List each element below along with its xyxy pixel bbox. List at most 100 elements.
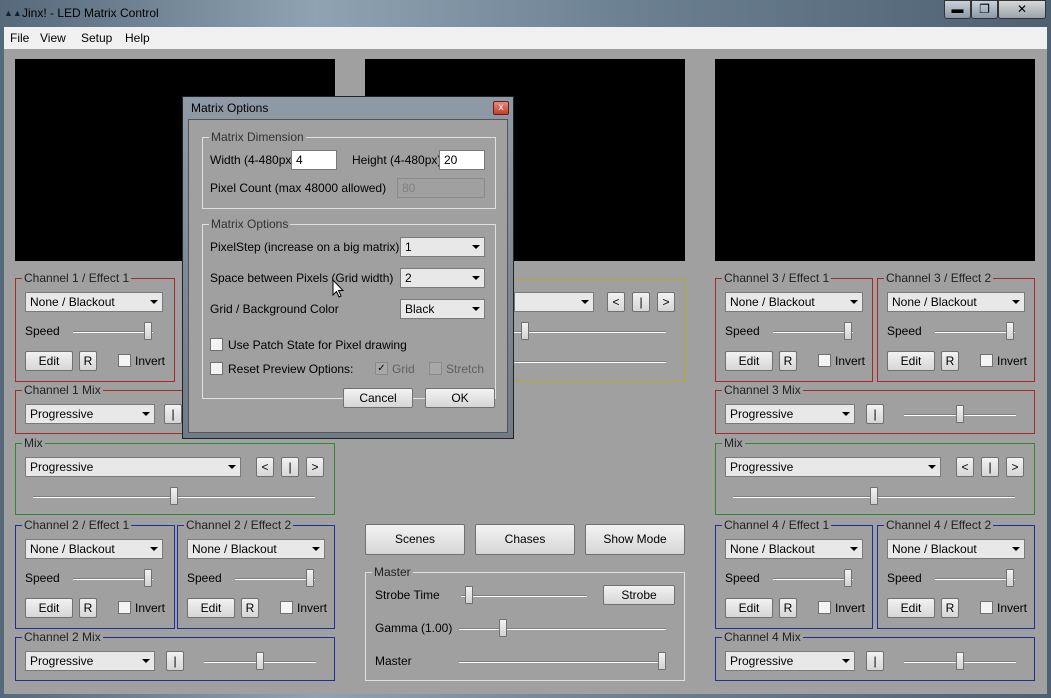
speed-slider-track[interactable] — [235, 578, 315, 580]
mix-slider-thumb[interactable] — [170, 487, 178, 505]
ok-button[interactable]: OK — [425, 388, 495, 408]
strobe-time-slider-thumb[interactable] — [464, 586, 473, 604]
speed-slider-thumb[interactable] — [1005, 322, 1014, 340]
reset-button[interactable]: R — [779, 598, 797, 618]
reset-button[interactable]: R — [779, 351, 797, 371]
effect-select[interactable]: None / Blackout — [187, 539, 325, 559]
edit-button[interactable]: Edit — [25, 598, 73, 618]
reset-preview-checkbox[interactable] — [210, 362, 223, 375]
master-slider-thumb[interactable] — [658, 652, 666, 670]
reset-button[interactable]: R — [941, 351, 959, 371]
reset-button[interactable]: R — [79, 598, 97, 618]
mix-mode-select[interactable]: Progressive — [725, 457, 941, 477]
mix-mode-select[interactable]: Progressive — [25, 457, 241, 477]
maximize-button[interactable]: ❐ — [971, 0, 998, 19]
speed-slider-track[interactable] — [73, 578, 153, 580]
invert-checkbox[interactable] — [118, 354, 131, 367]
gamma-slider-track[interactable] — [459, 628, 666, 630]
grid-width-select[interactable]: 2 — [400, 268, 485, 288]
reset-button[interactable]: R — [79, 351, 97, 371]
effect-select[interactable]: None / Blackout — [887, 292, 1025, 312]
minimize-button[interactable]: ▬ — [944, 0, 971, 19]
pixelstep-select[interactable]: 1 — [400, 237, 485, 257]
mix-mode-select[interactable]: Progressive — [725, 651, 855, 671]
invert-checkbox[interactable] — [980, 601, 993, 614]
edit-button[interactable]: Edit — [25, 351, 73, 371]
output-slider-track[interactable] — [514, 331, 666, 333]
gamma-slider-thumb[interactable] — [498, 619, 507, 637]
effect-select[interactable]: None / Blackout — [725, 292, 863, 312]
mix-slider-thumb[interactable] — [870, 487, 878, 505]
mix-next-button[interactable]: > — [1006, 457, 1024, 477]
cancel-button[interactable]: Cancel — [343, 388, 413, 408]
mix-next-button[interactable]: > — [306, 457, 324, 477]
effect-select[interactable]: None / Blackout — [25, 292, 163, 312]
speed-slider-thumb[interactable] — [843, 322, 852, 340]
mix-slider-thumb[interactable] — [256, 652, 264, 670]
speed-slider-track[interactable] — [773, 578, 853, 580]
mix-mode-select[interactable]: Progressive — [25, 404, 155, 424]
mix-center-button[interactable]: | — [866, 404, 884, 424]
dialog-close-button[interactable]: x — [493, 101, 509, 115]
invert-checkbox[interactable] — [280, 601, 293, 614]
grid-color-select[interactable]: Black — [400, 299, 485, 319]
mix-mode-select[interactable]: Progressive — [25, 651, 155, 671]
mix-slider-thumb[interactable] — [956, 405, 964, 423]
output-prev-button[interactable]: < — [607, 292, 625, 312]
speed-slider-thumb[interactable] — [305, 569, 314, 587]
mix-slider-thumb[interactable] — [956, 652, 964, 670]
speed-slider-thumb[interactable] — [1005, 569, 1014, 587]
menu-file[interactable]: File — [10, 31, 29, 45]
close-button[interactable]: ✕ — [998, 0, 1046, 19]
output-slider-2-track[interactable] — [514, 361, 666, 363]
invert-checkbox[interactable] — [980, 354, 993, 367]
scenes-button[interactable]: Scenes — [365, 524, 465, 555]
menu-setup[interactable]: Setup — [81, 31, 112, 45]
mix-center-button[interactable]: | — [281, 457, 299, 477]
edit-button[interactable]: Edit — [887, 598, 935, 618]
effect-select[interactable]: None / Blackout — [725, 539, 863, 559]
effect-select[interactable]: None / Blackout — [887, 539, 1025, 559]
edit-button[interactable]: Edit — [725, 351, 773, 371]
height-input[interactable]: 20 — [439, 150, 485, 170]
output-mix-select[interactable] — [514, 292, 594, 312]
invert-checkbox[interactable] — [818, 601, 831, 614]
mix-prev-button[interactable]: < — [956, 457, 974, 477]
menu-view[interactable]: View — [40, 31, 66, 45]
group-label: Channel 3 Mix — [722, 383, 803, 397]
output-center-button[interactable]: | — [632, 292, 650, 312]
strobe-button[interactable]: Strobe — [603, 585, 675, 605]
edit-button[interactable]: Edit — [187, 598, 235, 618]
menu-help[interactable]: Help — [125, 31, 150, 45]
edit-button[interactable]: Edit — [887, 351, 935, 371]
mix-prev-button[interactable]: < — [256, 457, 274, 477]
output-slider-thumb[interactable] — [521, 322, 530, 340]
width-input[interactable]: 4 — [291, 150, 337, 170]
invert-checkbox[interactable] — [118, 601, 131, 614]
reset-button[interactable]: R — [241, 598, 259, 618]
speed-slider-thumb[interactable] — [143, 322, 152, 340]
speed-slider-track[interactable] — [935, 578, 1015, 580]
output-next-button[interactable]: > — [657, 292, 675, 312]
group-label: Channel 3 / Effect 1 — [722, 271, 832, 285]
patch-state-checkbox[interactable] — [210, 338, 223, 351]
speed-slider-thumb[interactable] — [143, 569, 152, 587]
show-mode-button[interactable]: Show Mode — [585, 524, 685, 555]
invert-checkbox[interactable] — [818, 354, 831, 367]
edit-button[interactable]: Edit — [725, 598, 773, 618]
strobe-time-slider-track[interactable] — [461, 595, 587, 597]
reset-button[interactable]: R — [941, 598, 959, 618]
master-slider-track[interactable] — [459, 661, 666, 663]
speed-slider-track[interactable] — [773, 331, 853, 333]
mix-center-button[interactable]: | — [866, 651, 884, 671]
speed-slider-track[interactable] — [73, 331, 153, 333]
chevron-down-icon — [228, 465, 236, 469]
speed-slider-track[interactable] — [935, 331, 1015, 333]
effect-select[interactable]: None / Blackout — [25, 539, 163, 559]
speed-slider-thumb[interactable] — [843, 569, 852, 587]
chases-button[interactable]: Chases — [475, 524, 575, 555]
mix-center-button[interactable]: | — [166, 651, 184, 671]
mix-center-button[interactable]: | — [164, 404, 182, 424]
mix-center-button[interactable]: | — [981, 457, 999, 477]
mix-mode-select[interactable]: Progressive — [725, 404, 855, 424]
